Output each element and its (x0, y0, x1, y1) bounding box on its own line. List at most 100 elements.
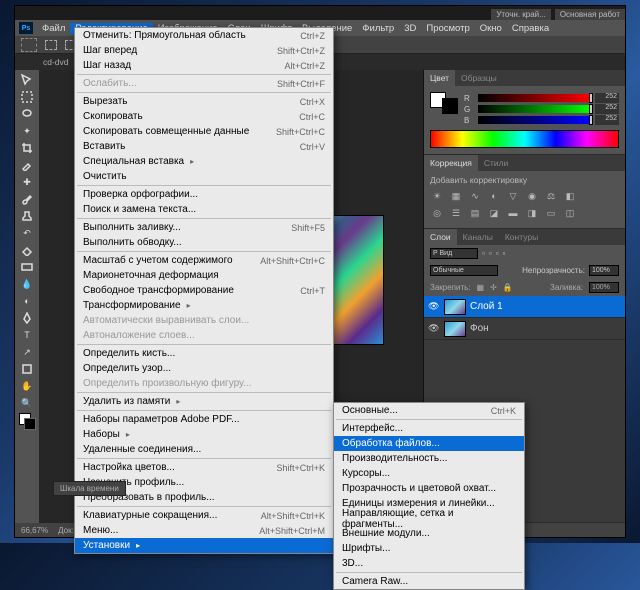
menu-item[interactable]: Удалить из памяти (75, 394, 333, 409)
layer-filter[interactable]: P Вид (430, 248, 478, 259)
menu-справка[interactable]: Справка (507, 23, 554, 34)
color-swatch-tool[interactable] (18, 412, 36, 434)
opacity-value[interactable]: 100% (589, 265, 619, 276)
tab-paths[interactable]: Контуры (499, 229, 544, 245)
heal-tool[interactable]: ✚ (18, 174, 36, 190)
zoom-tool[interactable]: 🔍 (18, 395, 36, 411)
menu-item[interactable]: Наборы (75, 427, 333, 442)
b-value[interactable]: 252 (595, 115, 619, 125)
layer-name[interactable]: Фон (470, 323, 489, 334)
menu-item[interactable]: Меню...Alt+Shift+Ctrl+M (75, 523, 333, 538)
path-tool[interactable]: ↗ (18, 344, 36, 360)
refine-edge-button[interactable]: Уточн. край... (491, 9, 551, 20)
layer-thumbnail[interactable] (444, 321, 466, 337)
menu-item[interactable]: Основные...Ctrl+K (334, 403, 524, 418)
tab-channels[interactable]: Каналы (457, 229, 499, 245)
menu-item[interactable]: ВставитьCtrl+V (75, 139, 333, 154)
curves-icon[interactable]: ∿ (468, 189, 482, 203)
tab-adjustments[interactable]: Коррекция (424, 155, 478, 171)
tab-color[interactable]: Цвет (424, 70, 455, 86)
bw-icon[interactable]: ◧ (563, 189, 577, 203)
lookup-icon[interactable]: ▤ (468, 206, 482, 220)
brush-tool[interactable] (18, 191, 36, 207)
visibility-icon[interactable]: 👁 (428, 301, 440, 313)
menu-item[interactable]: Настройка цветов...Shift+Ctrl+K (75, 460, 333, 475)
gradient-map-icon[interactable]: ▭ (544, 206, 558, 220)
layer-row[interactable]: 👁 Слой 1 (424, 296, 625, 318)
menu-item[interactable]: Camera Raw... (334, 574, 524, 589)
brightness-icon[interactable]: ☀ (430, 189, 444, 203)
filter-icon[interactable]: ▫ (503, 249, 506, 258)
menu-item[interactable]: Направляющие, сетка и фрагменты... (334, 511, 524, 526)
menu-item[interactable]: Интерфейс... (334, 421, 524, 436)
background-color[interactable] (442, 98, 458, 114)
timeline-tab[interactable]: Шкала времени (53, 481, 126, 496)
hand-tool[interactable]: ✋ (18, 378, 36, 394)
menu-файл[interactable]: Файл (37, 23, 70, 34)
g-value[interactable]: 252 (595, 104, 619, 114)
threshold-icon[interactable]: ◨ (525, 206, 539, 220)
levels-icon[interactable]: ▦ (449, 189, 463, 203)
current-tool-icon[interactable] (21, 38, 37, 52)
eyedropper-tool[interactable] (18, 157, 36, 173)
menu-item[interactable]: Свободное трансформированиеCtrl+T (75, 283, 333, 298)
selective-icon[interactable]: ◫ (563, 206, 577, 220)
menu-item[interactable]: ВырезатьCtrl+X (75, 94, 333, 109)
document-tab[interactable]: cd-dvd (37, 57, 75, 67)
tab-swatches[interactable]: Образцы (455, 70, 503, 86)
menu-item[interactable]: Наборы параметров Adobe PDF... (75, 412, 333, 427)
menu-item[interactable]: Шаг назадAlt+Ctrl+Z (75, 58, 333, 73)
layer-row[interactable]: 👁 Фон (424, 318, 625, 340)
b-slider[interactable] (478, 116, 591, 124)
marquee-tool[interactable] (18, 89, 36, 105)
hue-icon[interactable]: ◉ (525, 189, 539, 203)
lock-pixels-icon[interactable]: ▦ (477, 283, 485, 292)
tab-styles[interactable]: Стили (478, 155, 515, 171)
menu-item[interactable]: Выполнить обводку... (75, 235, 333, 250)
menu-окно[interactable]: Окно (475, 23, 507, 34)
filter-icon[interactable]: ▫ (489, 249, 492, 258)
menu-item[interactable]: Проверка орфографии... (75, 187, 333, 202)
menu-item[interactable]: Выполнить заливку...Shift+F5 (75, 220, 333, 235)
menu-item[interactable]: Скопировать совмещенные данныеShift+Ctrl… (75, 124, 333, 139)
crop-tool[interactable] (18, 140, 36, 156)
menu-item[interactable]: СкопироватьCtrl+C (75, 109, 333, 124)
menu-item[interactable]: Клавиатурные сокращения...Alt+Shift+Ctrl… (75, 508, 333, 523)
menu-item[interactable]: Определить кисть... (75, 346, 333, 361)
layer-thumbnail[interactable] (444, 299, 466, 315)
spectrum-bar[interactable] (430, 130, 619, 148)
menu-item[interactable]: Поиск и замена текста... (75, 202, 333, 217)
tab-layers[interactable]: Слои (424, 229, 457, 245)
menu-item[interactable]: Очистить (75, 169, 333, 184)
shape-tool[interactable] (18, 361, 36, 377)
fill-value[interactable]: 100% (589, 282, 619, 293)
photo-filter-icon[interactable]: ◎ (430, 206, 444, 220)
menu-item[interactable]: Шрифты... (334, 541, 524, 556)
menu-item[interactable]: Масштаб с учетом содержимогоAlt+Shift+Ct… (75, 253, 333, 268)
balance-icon[interactable]: ⚖ (544, 189, 558, 203)
menu-item[interactable]: Курсоры... (334, 466, 524, 481)
menu-item[interactable]: Обработка файлов... (334, 436, 524, 451)
r-value[interactable]: 252 (595, 93, 619, 103)
gradient-tool[interactable] (18, 259, 36, 275)
workspace-selector[interactable]: Основная работ (555, 9, 625, 20)
blur-tool[interactable]: 💧 (18, 276, 36, 292)
lock-position-icon[interactable]: ✢ (490, 283, 497, 292)
vibrance-icon[interactable]: ▽ (506, 189, 520, 203)
dodge-tool[interactable]: ◐ (18, 293, 36, 309)
move-tool[interactable] (18, 72, 36, 88)
menu-просмотр[interactable]: Просмотр (421, 23, 474, 34)
menu-item[interactable]: Марионеточная деформация (75, 268, 333, 283)
pen-tool[interactable] (18, 310, 36, 326)
lasso-tool[interactable] (18, 106, 36, 122)
visibility-icon[interactable]: 👁 (428, 323, 440, 335)
menu-item[interactable]: Прозрачность и цветовой охват... (334, 481, 524, 496)
exposure-icon[interactable]: ◐ (487, 189, 501, 203)
menu-item[interactable]: 3D... (334, 556, 524, 571)
invert-icon[interactable]: ◪ (487, 206, 501, 220)
menu-item[interactable]: Установки (75, 538, 333, 553)
menu-item[interactable]: Специальная вставка (75, 154, 333, 169)
mixer-icon[interactable]: ☰ (449, 206, 463, 220)
menu-item[interactable]: Определить узор... (75, 361, 333, 376)
history-brush-tool[interactable]: ↶ (18, 225, 36, 241)
